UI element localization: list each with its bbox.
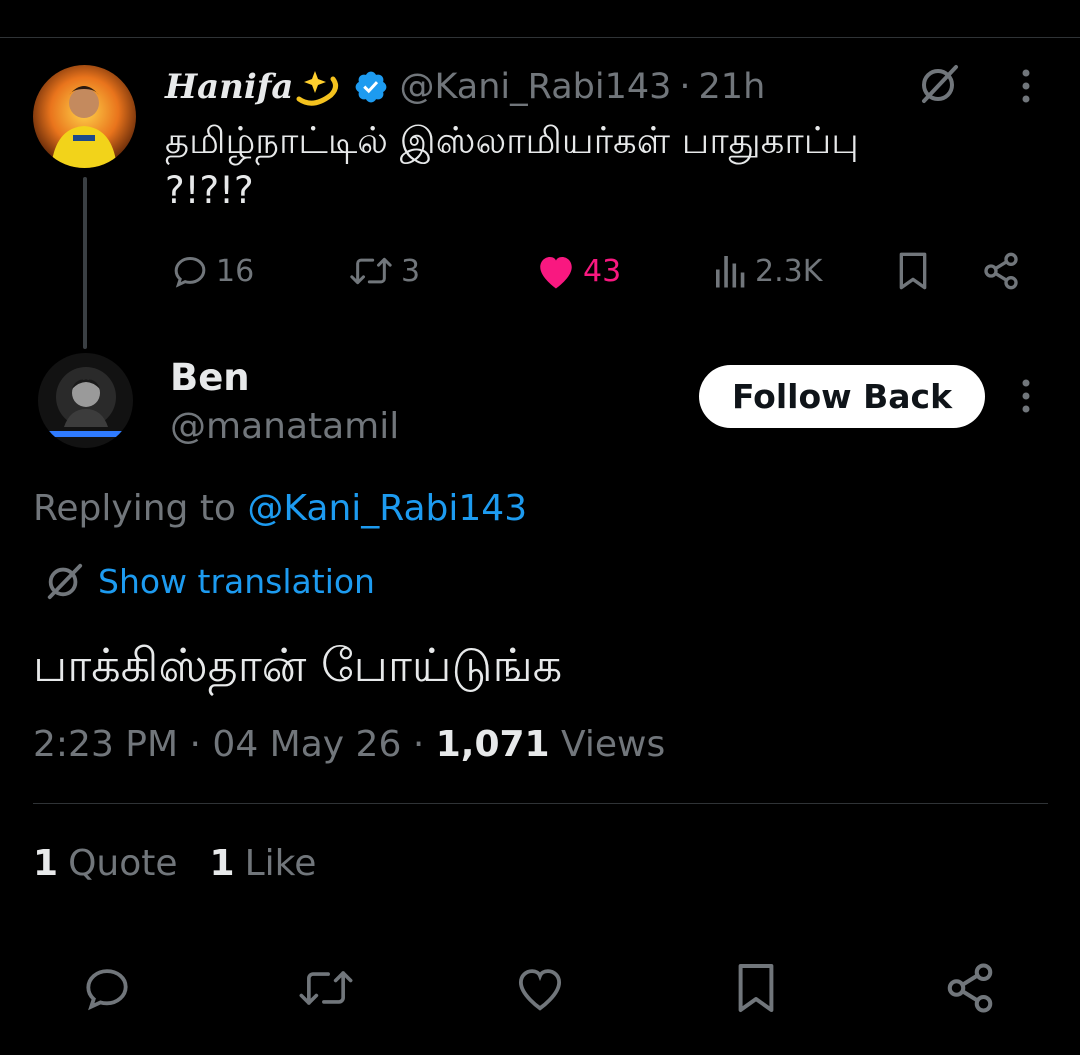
quote-label: Quote [68,843,178,884]
tweet-text: தமிழ்நாட்டில் இஸ்லாமியர்கள் பாதுகாப்பு ?… [165,119,859,212]
retweet-action[interactable]: 3 [347,248,420,294]
like-label: Like [244,843,317,884]
thread-line [83,177,87,349]
quote-count: 1 [33,843,59,884]
top-divider [0,37,1080,38]
retweet-icon [350,257,392,285]
reply-meta: 2:23 PM · 04 May 26 · 1,071 Views [33,724,665,765]
replying-to: Replying to @Kani_Rabi143 [33,488,527,529]
show-translation-label: Show translation [98,561,375,601]
author-name[interactable]: Hanifa [165,67,293,107]
hanifa-avatar[interactable] [33,65,136,168]
like-count: 1 [209,843,235,884]
retweet-count: 3 [401,253,421,289]
heart-icon [540,257,572,289]
quote-stat[interactable]: 1 Quote [33,843,178,884]
reply-action[interactable]: 16 [170,248,254,294]
more-vertical-icon[interactable] [1004,64,1048,108]
tweet-header: Hanifa @Kani_Rabi143 · 21h [165,64,765,110]
separator: · [412,724,425,765]
reply-time[interactable]: 2:23 PM [33,724,178,765]
reply-author-handle[interactable]: @manatamil [170,406,399,447]
heart-icon[interactable] [510,958,570,1018]
views-count: 2.3K [755,253,823,289]
author-handle[interactable]: @Kani_Rabi143 [399,67,671,107]
divider [33,803,1048,804]
separator: · [189,724,201,765]
dizzy-sparkle-icon [295,67,341,107]
like-action[interactable]: 43 [535,248,621,294]
reply-icon [174,256,206,288]
bookmark-icon[interactable] [726,958,786,1018]
replying-handle-link[interactable]: @Kani_Rabi143 [247,488,527,529]
views-count: 1,071 [435,724,550,765]
reply-icon[interactable] [77,958,137,1018]
reply-date[interactable]: 04 May 26 [212,724,401,765]
like-count: 43 [583,253,622,289]
reply-count: 16 [216,253,255,289]
share-icon[interactable] [940,958,1000,1018]
replying-prefix: Replying to [33,488,248,529]
show-translation-button[interactable]: Show translation [44,558,375,604]
views-icon [716,256,745,288]
engagement-stats: 1 Quote 1 Like [33,843,348,884]
views-action[interactable]: 2.3K [713,248,822,294]
like-stat[interactable]: 1 Like [210,843,317,884]
ben-avatar[interactable] [38,353,133,448]
separator: · [679,67,691,107]
verified-badge-icon[interactable] [353,69,389,105]
tweet-time[interactable]: 21h [699,67,766,107]
grok-icon[interactable] [915,60,963,108]
retweet-icon[interactable] [296,958,356,1018]
bookmark-icon[interactable] [890,248,936,294]
share-icon[interactable] [977,248,1025,294]
reply-text: பாக்கிஸ்தான் போய்டுங்க [33,638,563,692]
reply-author-name[interactable]: Ben [170,356,250,399]
grok-icon [47,563,83,600]
views-label: Views [561,724,666,765]
follow-back-button[interactable]: Follow Back [699,365,985,428]
more-vertical-icon[interactable] [1004,374,1048,418]
